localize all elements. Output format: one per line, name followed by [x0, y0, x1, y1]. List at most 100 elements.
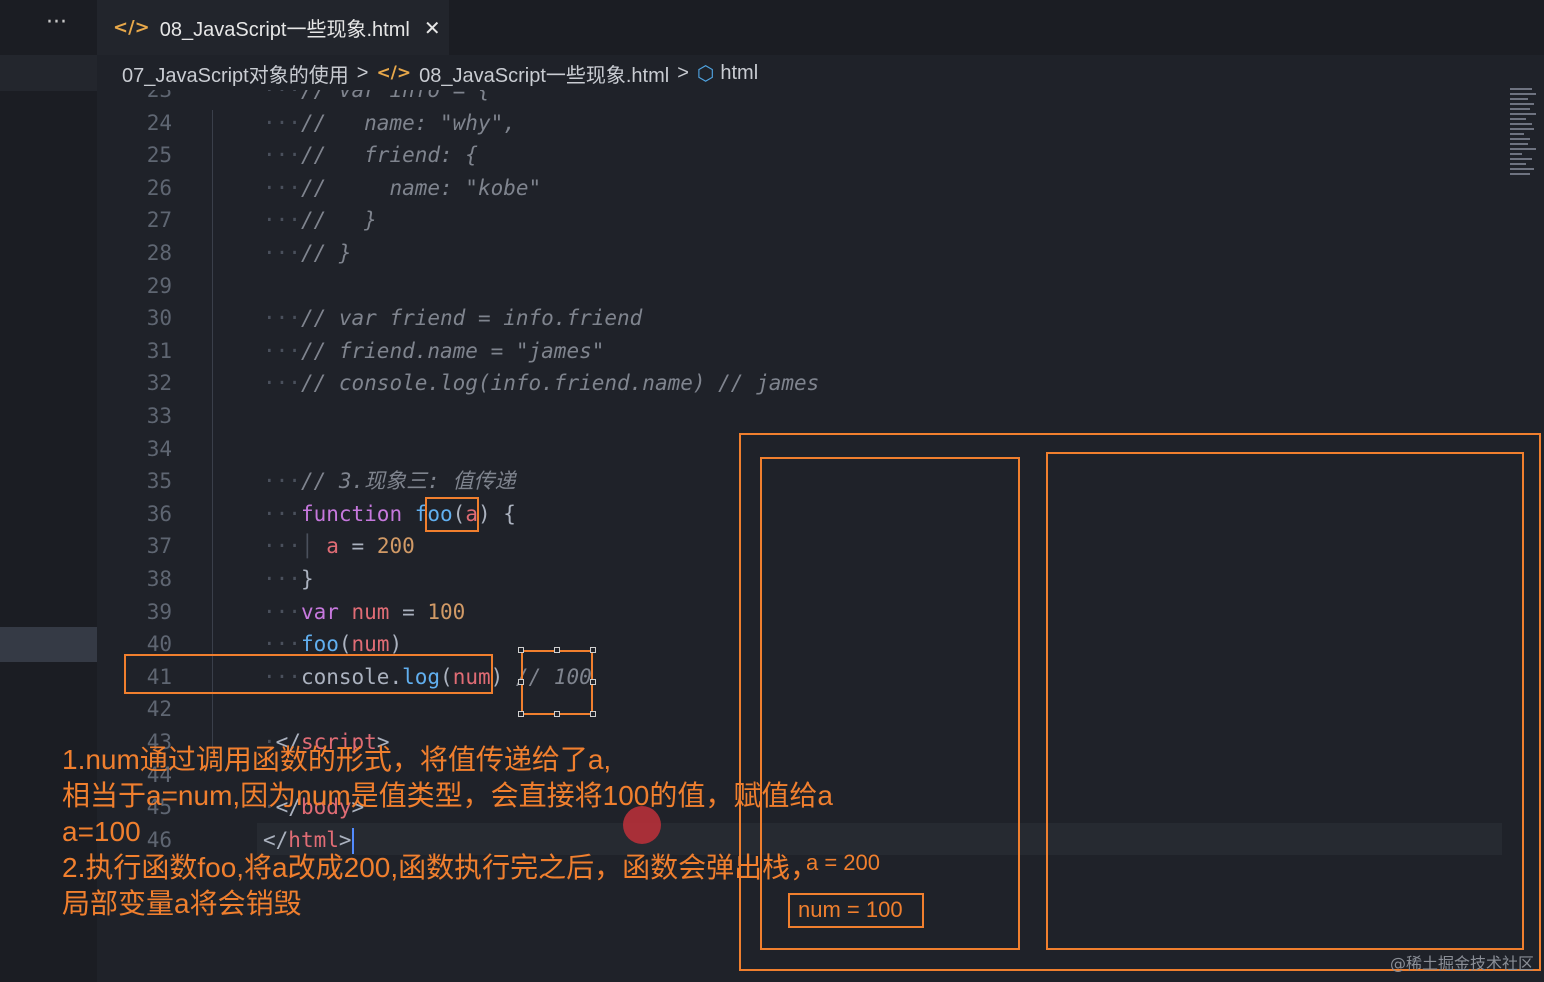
resize-handle[interactable]: [518, 679, 524, 685]
code-token: // var info = {: [300, 90, 491, 102]
code-token: num: [351, 632, 390, 657]
sidebar-row[interactable]: [0, 55, 97, 91]
line-code: ···// }: [263, 237, 352, 269]
line-code: ···// friend.name = "james": [263, 335, 604, 367]
line-code: ···}: [263, 563, 314, 595]
code-line[interactable]: 30 ···// var friend = info.friend: [97, 302, 1517, 334]
code-token: ···: [263, 208, 301, 233]
code-token: // friend.name = "james": [300, 338, 605, 363]
code-token: =: [338, 534, 377, 559]
line-number: 32: [146, 371, 172, 396]
code-token: ) {: [477, 501, 516, 526]
explanation-text: 1.num通过调用函数的形式，将值传递给了a, 相当于a=num,因为num是值…: [62, 744, 833, 919]
code-token: ···: [263, 338, 301, 363]
sidebar-selected-row[interactable]: [0, 627, 97, 662]
code-token: 100: [427, 599, 466, 624]
line-number: 29: [146, 273, 172, 298]
line-number: 34: [146, 436, 172, 461]
line-number: 26: [146, 175, 172, 200]
resize-handle[interactable]: [554, 647, 560, 653]
code-line[interactable]: 27 ···// }: [97, 204, 1517, 236]
line-code: ···// var info = {: [263, 90, 491, 106]
code-line[interactable]: 25 ···// friend: {: [97, 139, 1517, 171]
line-code: ···// }: [263, 204, 377, 236]
code-token: ···: [263, 110, 301, 135]
cube-icon: ⬡: [696, 61, 715, 85]
code-token: ···: [263, 469, 301, 494]
watermark: @稀土掘金技术社区: [1389, 954, 1534, 973]
line-code: ···// 3.现象三: 值传递: [263, 465, 515, 497]
line-number: 27: [146, 208, 172, 233]
line-code: ···var num = 100: [263, 596, 465, 628]
resize-handle[interactable]: [518, 647, 524, 653]
code-token: num: [351, 599, 390, 624]
param-highlight-box: [425, 497, 479, 532]
code-line[interactable]: 26 ···// name: "kobe": [97, 172, 1517, 204]
code-line[interactable]: 23 ···// var info = {: [97, 90, 1517, 106]
minimap[interactable]: [1510, 88, 1538, 198]
line-code: ···// friend: {: [263, 139, 478, 171]
code-token: // console.log(info.friend.name) // jame…: [300, 371, 820, 396]
breadcrumb-folder[interactable]: 07_JavaScript对象的使用: [122, 59, 349, 88]
close-icon[interactable]: ✕: [424, 16, 441, 40]
line-number: 24: [146, 110, 172, 135]
code-line[interactable]: 24 ···// name: "why",: [97, 107, 1517, 139]
line-number: 37: [146, 534, 172, 559]
code-token: ···: [263, 501, 301, 526]
code-token: // name: "why",: [300, 110, 516, 135]
code-token: ···: [263, 371, 301, 396]
code-token: ···: [263, 241, 301, 265]
code-token: }: [300, 567, 314, 591]
line-number: 38: [146, 567, 172, 591]
code-icon: </>: [113, 17, 150, 38]
code-token: 200: [376, 534, 415, 559]
code-line[interactable]: 28 ···// }: [97, 237, 1517, 269]
breadcrumb-symbol[interactable]: html: [720, 62, 758, 85]
resize-handle[interactable]: [590, 647, 596, 653]
pointer-cursor-dot: [623, 806, 661, 844]
code-token: ···: [263, 632, 301, 657]
code-token: ···: [263, 534, 301, 559]
code-token: function: [300, 501, 415, 526]
line-number: 42: [146, 697, 172, 722]
code-token: // }: [300, 208, 377, 233]
code-token: // name: "kobe": [300, 175, 542, 200]
line-number: 39: [146, 599, 172, 624]
code-icon: </>: [376, 63, 412, 83]
chevron-right-icon: >: [677, 61, 689, 84]
more-actions-icon[interactable]: ···: [46, 10, 67, 35]
console-line-highlight-box: [124, 654, 493, 694]
code-line[interactable]: 32 ···// console.log(info.friend.name) //…: [97, 367, 1517, 399]
resize-handle[interactable]: [554, 711, 560, 717]
line-number: 30: [146, 306, 172, 331]
breadcrumb-file[interactable]: 08_JavaScript一些现象.html: [419, 59, 669, 88]
code-token: ): [490, 664, 516, 689]
code-line[interactable]: 33: [97, 400, 1517, 432]
line-number: 36: [146, 501, 172, 526]
code-line[interactable]: 31 ···// friend.name = "james": [97, 335, 1517, 367]
code-token: ···: [263, 599, 301, 624]
code-token: ···: [263, 567, 301, 591]
code-token: │: [300, 534, 327, 559]
line-number: 31: [146, 338, 172, 363]
code-token: ···: [263, 306, 301, 331]
resize-handle[interactable]: [518, 711, 524, 717]
code-token: a: [326, 534, 339, 559]
line-number: 23: [146, 90, 172, 102]
output-highlight-box[interactable]: [521, 650, 593, 715]
line-code: ···│ a = 200: [263, 530, 415, 562]
chevron-right-icon: >: [356, 61, 369, 84]
code-token: // 3.现象三: 值传递: [300, 469, 516, 494]
breadcrumb: 07_JavaScript对象的使用 > </> 08_JavaScript一些…: [122, 59, 758, 87]
line-number: 25: [146, 143, 172, 168]
line-number: 33: [146, 404, 172, 428]
line-code: ···// console.log(info.friend.name) // j…: [263, 367, 819, 399]
code-line[interactable]: 29: [97, 270, 1517, 302]
code-token: // }: [300, 241, 352, 265]
resize-handle[interactable]: [590, 711, 596, 717]
line-code: ···// name: "kobe": [263, 172, 541, 204]
line-number: 28: [146, 241, 172, 265]
tab-html-file[interactable]: </> 08_JavaScript一些现象.html ✕: [97, 0, 449, 55]
resize-handle[interactable]: [590, 679, 596, 685]
code-token: ···: [263, 175, 301, 200]
